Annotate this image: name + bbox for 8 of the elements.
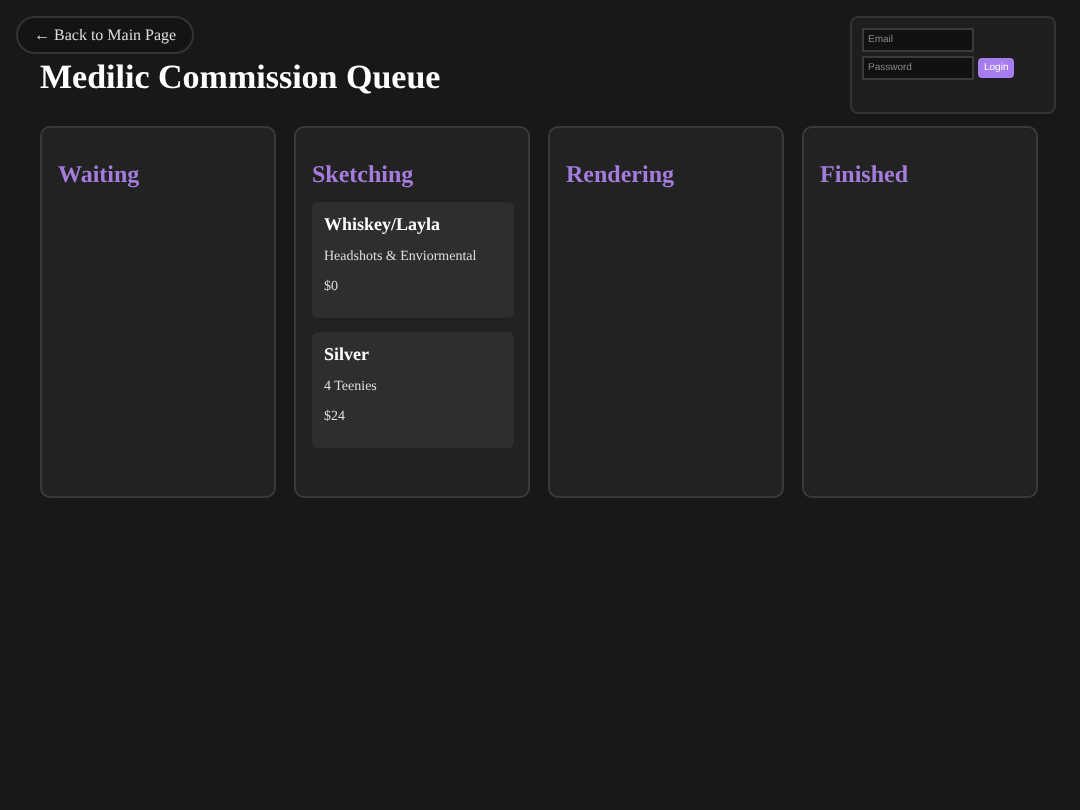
client-name: Whiskey/Layla <box>324 212 443 236</box>
column-title: Waiting <box>58 158 142 190</box>
column-title: Sketching <box>312 158 416 190</box>
client-name: Silver <box>324 342 371 366</box>
back-link[interactable]: ← Back to Main Page <box>16 16 195 54</box>
column-title: Finished <box>820 158 911 190</box>
column-title: Rendering <box>566 158 676 190</box>
page-title: Medilic Commission Queue <box>40 56 441 100</box>
